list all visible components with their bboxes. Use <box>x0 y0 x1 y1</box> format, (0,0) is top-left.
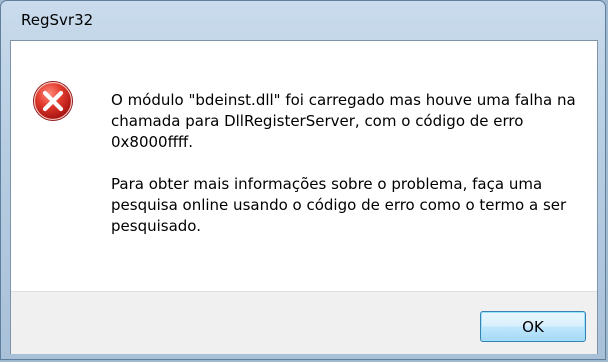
window-title: RegSvr32 <box>21 11 94 29</box>
dialog-client-area: O módulo "bdeinst.dll" foi carregado mas… <box>10 40 598 354</box>
button-bar: OK <box>11 291 597 354</box>
ok-button[interactable]: OK <box>480 311 586 342</box>
title-bar[interactable]: RegSvr32 <box>1 1 607 41</box>
message-area: O módulo "bdeinst.dll" foi carregado mas… <box>11 41 597 291</box>
message-paragraph-1: O módulo "bdeinst.dll" foi carregado mas… <box>111 91 576 151</box>
message-paragraph-2: Para obter mais informações sobre o prob… <box>111 175 567 235</box>
error-message: O módulo "bdeinst.dll" foi carregado mas… <box>111 90 581 237</box>
error-icon <box>33 81 73 121</box>
dialog-window: RegSvr32 O módulo "bdeinst.dll" foi carr… <box>0 0 606 360</box>
